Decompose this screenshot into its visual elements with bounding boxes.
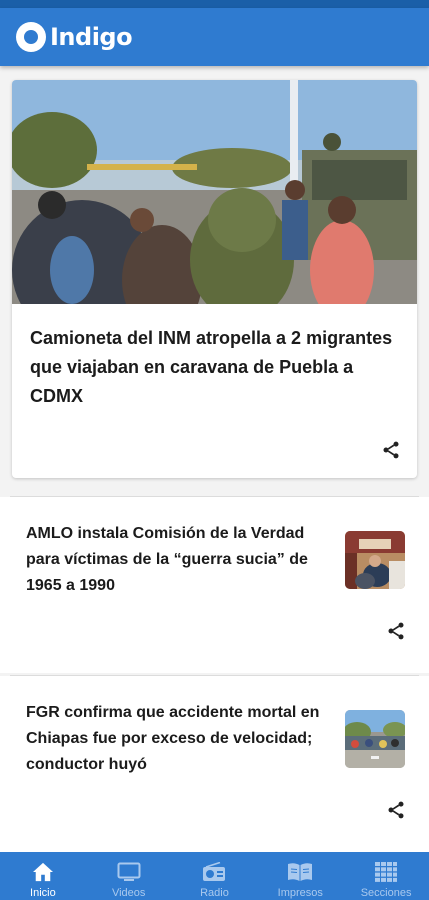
nav-label: Videos bbox=[111, 887, 146, 899]
article-thumbnail[interactable] bbox=[345, 531, 405, 589]
nav-tab-impresos[interactable]: Impresos bbox=[257, 852, 343, 900]
app-bar: Indigo bbox=[0, 8, 429, 66]
bottom-navigation: Inicio Videos Radio Impresos Secciones bbox=[0, 852, 429, 900]
logo-text: Indigo bbox=[50, 23, 133, 51]
article-list-item[interactable]: FGR confirma que accidente mortal en Chi… bbox=[0, 676, 429, 852]
article-title[interactable]: FGR confirma que accidente mortal en Chi… bbox=[26, 700, 331, 778]
featured-article-card[interactable]: Camioneta del INM atropella a 2 migrante… bbox=[12, 80, 417, 478]
indigo-logo[interactable]: Indigo bbox=[16, 22, 133, 52]
nav-tab-videos[interactable]: Videos bbox=[86, 852, 172, 900]
featured-article-title[interactable]: Camioneta del INM atropella a 2 migrante… bbox=[30, 324, 406, 411]
nav-label: Impresos bbox=[277, 887, 323, 899]
nav-tab-inicio[interactable]: Inicio bbox=[0, 852, 86, 900]
share-icon[interactable] bbox=[384, 619, 408, 643]
featured-article-image[interactable] bbox=[12, 80, 417, 304]
nav-label: Secciones bbox=[360, 887, 412, 899]
article-thumbnail[interactable] bbox=[345, 710, 405, 768]
open-book-icon bbox=[287, 862, 313, 882]
article-list-item[interactable]: AMLO instala Comisión de la Verdad para … bbox=[0, 497, 429, 673]
nav-label: Inicio bbox=[30, 887, 56, 899]
nav-label: Radio bbox=[200, 887, 229, 899]
nav-tab-radio[interactable]: Radio bbox=[172, 852, 258, 900]
nav-tab-secciones[interactable]: Secciones bbox=[343, 852, 429, 900]
share-icon[interactable] bbox=[384, 798, 408, 822]
logo-circle-icon bbox=[16, 22, 46, 52]
home-icon bbox=[32, 862, 54, 882]
grid-icon bbox=[375, 862, 398, 882]
tv-icon bbox=[117, 862, 141, 882]
status-bar bbox=[0, 0, 429, 8]
radio-icon bbox=[202, 862, 226, 882]
article-title[interactable]: AMLO instala Comisión de la Verdad para … bbox=[26, 521, 331, 599]
share-icon[interactable] bbox=[379, 438, 403, 462]
news-feed[interactable]: Camioneta del INM atropella a 2 migrante… bbox=[0, 66, 429, 852]
